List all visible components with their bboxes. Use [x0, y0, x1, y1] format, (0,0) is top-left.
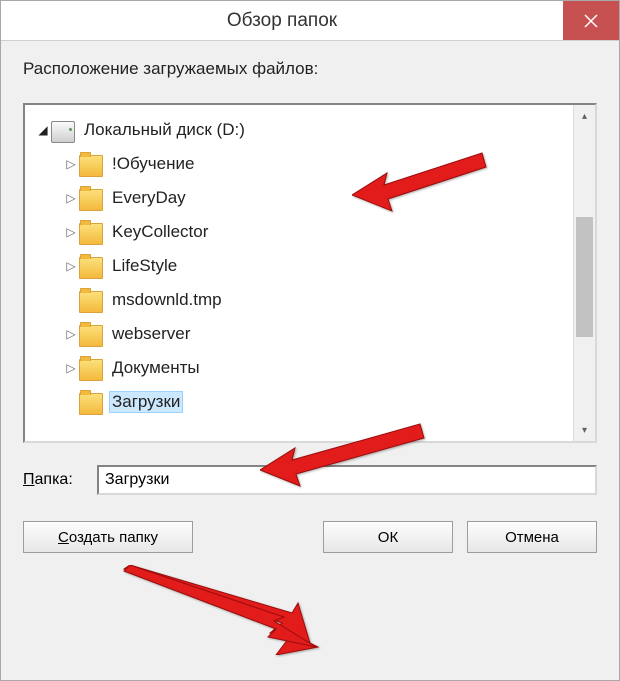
folder-icon [79, 359, 103, 381]
ok-button[interactable]: ОК [323, 521, 453, 553]
expand-icon[interactable]: ▷ [63, 327, 79, 341]
tree-item[interactable]: msdownld.tmp [57, 283, 569, 317]
tree-item-label: webserver [109, 323, 193, 345]
prompt-label: Расположение загружаемых файлов: [23, 59, 597, 79]
tree-item-label: KeyCollector [109, 221, 211, 243]
tree-item-drive-d[interactable]: ◢ Локальный диск (D:) [29, 113, 569, 147]
folder-icon [79, 223, 103, 245]
expand-icon[interactable]: ▷ [63, 361, 79, 375]
tree-item-label: msdownld.tmp [109, 289, 225, 311]
folder-icon [79, 291, 103, 313]
scroll-thumb[interactable] [576, 217, 593, 337]
expand-icon[interactable]: ▷ [63, 225, 79, 239]
tree-item[interactable]: ▷ LifeStyle [57, 249, 569, 283]
tree-scrollbar[interactable]: ▴ ▾ [573, 105, 595, 441]
button-row: Создать папку ОК Отмена [23, 521, 597, 553]
close-button[interactable] [563, 1, 619, 40]
tree-item-label: !Обучение [109, 153, 197, 175]
folder-field-label: Папка: [23, 471, 85, 489]
tree-item[interactable]: ▷ Документы [57, 351, 569, 385]
tree-item[interactable]: ▷ webserver [57, 317, 569, 351]
tree-item[interactable]: Загрузки [57, 385, 569, 419]
dialog-body: Расположение загружаемых файлов: ◢ Локал… [1, 41, 619, 680]
tree-item[interactable]: ▷ !Обучение [57, 147, 569, 181]
tree-item-label: Локальный диск (D:) [81, 119, 248, 141]
scroll-up-button[interactable]: ▴ [574, 105, 595, 127]
drive-icon [51, 121, 75, 143]
collapse-icon[interactable]: ◢ [35, 123, 51, 137]
folder-name-row: Папка: [23, 465, 597, 495]
folder-icon [79, 325, 103, 347]
folder-tree[interactable]: ◢ Локальный диск (D:) ▷ !Обучение ▷ EveryDa… [25, 105, 573, 441]
scroll-down-button[interactable]: ▾ [574, 419, 595, 441]
folder-icon [79, 155, 103, 177]
cancel-button[interactable]: Отмена [467, 521, 597, 553]
tree-item[interactable]: ▷ KeyCollector [57, 215, 569, 249]
folder-browse-dialog: Обзор папок Расположение загружаемых фай… [0, 0, 620, 681]
folder-icon [79, 189, 103, 211]
tree-item[interactable]: ▷ EveryDay [57, 181, 569, 215]
folder-tree-container: ◢ Локальный диск (D:) ▷ !Обучение ▷ EveryDa… [23, 103, 597, 443]
expand-icon[interactable]: ▷ [63, 157, 79, 171]
new-folder-button[interactable]: Создать папку [23, 521, 193, 553]
folder-name-input[interactable] [97, 465, 597, 495]
folder-icon [79, 257, 103, 279]
expand-icon[interactable]: ▷ [63, 259, 79, 273]
folder-icon [79, 393, 103, 415]
dialog-title: Обзор папок [1, 10, 563, 32]
close-icon [584, 14, 598, 28]
confirm-button-group: ОК Отмена [323, 521, 597, 553]
tree-item-label: LifeStyle [109, 255, 180, 277]
titlebar: Обзор папок [1, 1, 619, 41]
tree-item-label: Документы [109, 357, 203, 379]
expand-icon[interactable]: ▷ [63, 191, 79, 205]
tree-item-label: EveryDay [109, 187, 189, 209]
scroll-track[interactable] [574, 127, 595, 419]
tree-item-label: Загрузки [109, 391, 183, 413]
